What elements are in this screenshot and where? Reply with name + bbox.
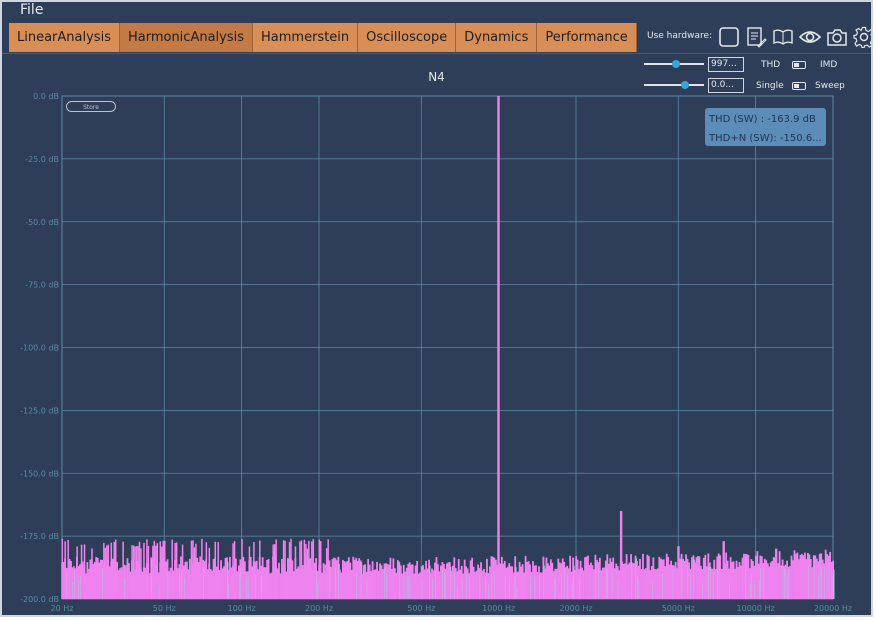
thdn-readout: THD+N (SW): -150.6... — [709, 133, 822, 144]
y-tick-label: -175.0 dB — [20, 532, 59, 541]
thd-readout: THD (SW) : -163.9 dB — [709, 114, 816, 125]
x-tick-label: 20 Hz — [51, 604, 74, 613]
y-tick-label: -150.0 dB — [20, 469, 59, 478]
x-tick-label: 100 Hz — [228, 604, 256, 613]
x-tick-label: 200 Hz — [305, 604, 333, 613]
app-window: File LinearAnalysis HarmonicAnalysis Ham… — [0, 0, 873, 617]
harmonic-peak — [677, 546, 680, 599]
y-tick-label: -25.0 dB — [25, 155, 59, 164]
x-tick-label: 20000 Hz — [814, 604, 852, 613]
x-tick-label: 500 Hz — [407, 604, 435, 613]
harmonic-peak — [774, 548, 778, 599]
x-tick-label: 5000 Hz — [662, 604, 695, 613]
distortion-readout: THD (SW) : -163.9 dB THD+N (SW): -150.6.… — [705, 108, 826, 146]
x-tick-label: 2000 Hz — [559, 604, 592, 613]
harmonic-peak — [619, 510, 623, 599]
spectrum-plot: 0.0 dB -25.0 dB -50.0 dB -75.0 dB -100.0 dB -… — [20, 92, 852, 613]
y-tick-label: -125.0 dB — [20, 406, 59, 415]
y-tick-label: -200.0 dB — [20, 595, 59, 604]
y-tick-label: -50.0 dB — [25, 218, 59, 227]
x-tick-label: 50 Hz — [153, 604, 176, 613]
y-tick-label: -75.0 dB — [25, 281, 59, 290]
x-tick-label: 10000 Hz — [737, 604, 775, 613]
harmonic-peak — [497, 96, 500, 599]
spectrum-bar-secondary — [833, 569, 835, 599]
y-tick-label: 0.0 dB — [33, 92, 59, 101]
x-tick-label: 1000 Hz — [482, 604, 515, 613]
y-tick-label: -100.0 dB — [20, 344, 59, 353]
store-button[interactable]: Store — [66, 101, 116, 112]
harmonic-peak — [722, 541, 725, 599]
